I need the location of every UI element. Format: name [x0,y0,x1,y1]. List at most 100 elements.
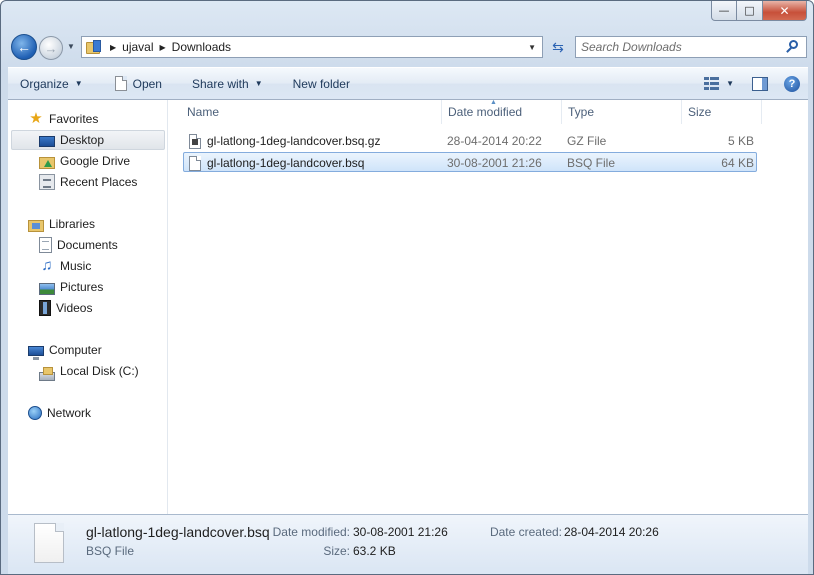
caption-buttons: — □ ✕ [711,1,807,21]
chevron-down-icon: ▼ [254,79,263,88]
file-type: GZ File [567,134,607,148]
sidebar-item-google-drive[interactable]: Google Drive [39,151,130,171]
help-icon[interactable]: ? [784,75,800,92]
minimize-button[interactable]: — [711,1,737,21]
details-file-name: gl-latlong-1deg-landcover.bsq [86,524,270,540]
pictures-icon [39,283,55,295]
sidebar-item-pictures[interactable]: Pictures [39,277,103,297]
file-thumbnail-icon [34,523,64,563]
sidebar-item-label: Pictures [60,280,104,294]
sidebar-item-label: Google Drive [60,154,131,168]
breadcrumb-ujaval[interactable]: ujaval [122,40,153,54]
sidebar-item-computer[interactable]: Computer [28,340,102,360]
address-history-dropdown[interactable]: ▼ [528,43,536,52]
breadcrumb-separator-icon[interactable]: ▶ [110,43,116,52]
videos-icon [39,300,51,316]
file-row[interactable]: gl-latlong-1deg-landcover.bsq 30-08-2001… [183,152,757,172]
open-button[interactable]: Open [105,72,172,96]
desktop-icon [39,135,55,147]
gz-file-icon [189,133,201,149]
preview-pane-icon[interactable] [752,76,768,91]
window-bottom-border [8,569,808,574]
star-icon: ★ [29,110,43,127]
details-file-type: BSQ File [86,544,135,558]
date-modified-label: Date modified: [272,525,350,539]
sidebar-item-network[interactable]: Network [28,403,91,423]
refresh-icon: ⇆ [552,38,564,55]
file-date: 28-04-2014 20:22 [447,134,542,148]
sort-indicator-icon: ▲ [490,99,497,106]
file-list: Name ▲ Date modified Type Size gl-latlon… [169,99,808,514]
back-button[interactable]: ← [11,34,37,60]
network-icon [28,406,42,420]
folder-icon [86,40,104,54]
forward-button[interactable]: → [39,36,63,60]
libraries-icon [28,220,44,232]
sidebar-item-label: Local Disk (C:) [60,364,139,378]
file-row[interactable]: gl-latlong-1deg-landcover.bsq.gz 28-04-2… [183,131,757,151]
sidebar-item-desktop[interactable]: Desktop [11,130,165,150]
sidebar-item-label: Network [47,406,92,420]
sidebar-item-recent-places[interactable]: Recent Places [39,172,137,192]
file-name: gl-latlong-1deg-landcover.bsq [207,156,365,170]
sidebar-item-label: Favorites [49,112,99,126]
sidebar-item-label: Libraries [49,217,96,231]
content-area: ★ Favorites Desktop Google Drive Recent … [8,99,808,514]
bsq-file-icon [189,155,201,171]
sidebar-item-libraries[interactable]: Libraries [28,214,95,234]
computer-icon [28,346,44,360]
refresh-button[interactable]: ⇆ [547,36,569,58]
google-drive-icon [39,157,55,169]
maximize-button[interactable]: □ [737,1,763,21]
sidebar-item-videos[interactable]: Videos [39,298,92,318]
address-bar[interactable]: ▶ ujaval ▶ Downloads ▼ [81,36,543,58]
date-created-value: 28-04-2014 20:26 [564,525,659,539]
documents-icon [39,237,52,253]
column-header-type[interactable]: Type [562,100,682,124]
column-header-size[interactable]: Size [682,100,762,124]
file-name-cell: gl-latlong-1deg-landcover.bsq.gz [189,131,380,151]
share-with-button[interactable]: Share with ▼ [182,72,273,96]
search-icon[interactable] [786,40,800,54]
column-header-date-modified[interactable]: ▲ Date modified [442,99,562,124]
view-options-dropdown[interactable]: ▼ [726,79,734,88]
explorer-window: — □ ✕ ← → ▼ ▶ ujaval ▶ Downloads ▼ ⇆ Sea… [0,0,814,575]
column-header-label: Date modified [448,105,523,119]
navigation-bar: ← → ▼ ▶ ujaval ▶ Downloads ▼ ⇆ [11,33,807,61]
file-icon [114,76,127,91]
chevron-down-icon: ▼ [74,79,83,88]
local-disk-icon [39,366,55,381]
search-input[interactable] [581,38,786,56]
recent-pages-dropdown[interactable]: ▼ [67,42,77,52]
sidebar-item-local-disk[interactable]: Local Disk (C:) [39,361,139,381]
organize-button[interactable]: Organize ▼ [8,72,93,96]
file-type: BSQ File [567,156,616,170]
sidebar-item-documents[interactable]: Documents [39,235,118,255]
size-value: 63.2 KB [353,544,396,558]
file-name-cell: gl-latlong-1deg-landcover.bsq [189,153,364,173]
sidebar-item-label: Music [60,259,92,273]
arrow-left-icon: ← [17,39,31,55]
date-created-label: Date created: [489,525,562,539]
column-header-label: Name [187,105,220,119]
command-bar: Organize ▼ Open Share with ▼ New folder … [8,67,808,100]
file-size: 5 KB [727,134,754,148]
details-pane: gl-latlong-1deg-landcover.bsq BSQ File D… [8,514,808,569]
change-view-icon[interactable] [704,76,720,91]
organize-label: Organize [20,76,69,91]
new-folder-button[interactable]: New folder [283,72,360,96]
music-icon: ♫ [41,257,53,274]
sidebar-item-favorites[interactable]: ★ Favorites [28,109,98,129]
sidebar-item-music[interactable]: ♫ Music [39,256,91,276]
open-label: Open [132,76,162,91]
column-header-label: Type [568,105,595,119]
breadcrumb-separator-icon[interactable]: ▶ [160,43,166,52]
size-label: Size: [323,544,350,558]
file-size: 64 KB [721,156,754,170]
close-button[interactable]: ✕ [763,1,807,21]
column-header-name[interactable]: Name [181,100,442,124]
file-date: 30-08-2001 21:26 [447,156,542,170]
sidebar-item-label: Desktop [60,133,105,147]
search-box[interactable] [575,36,807,58]
breadcrumb-downloads[interactable]: Downloads [172,40,231,54]
